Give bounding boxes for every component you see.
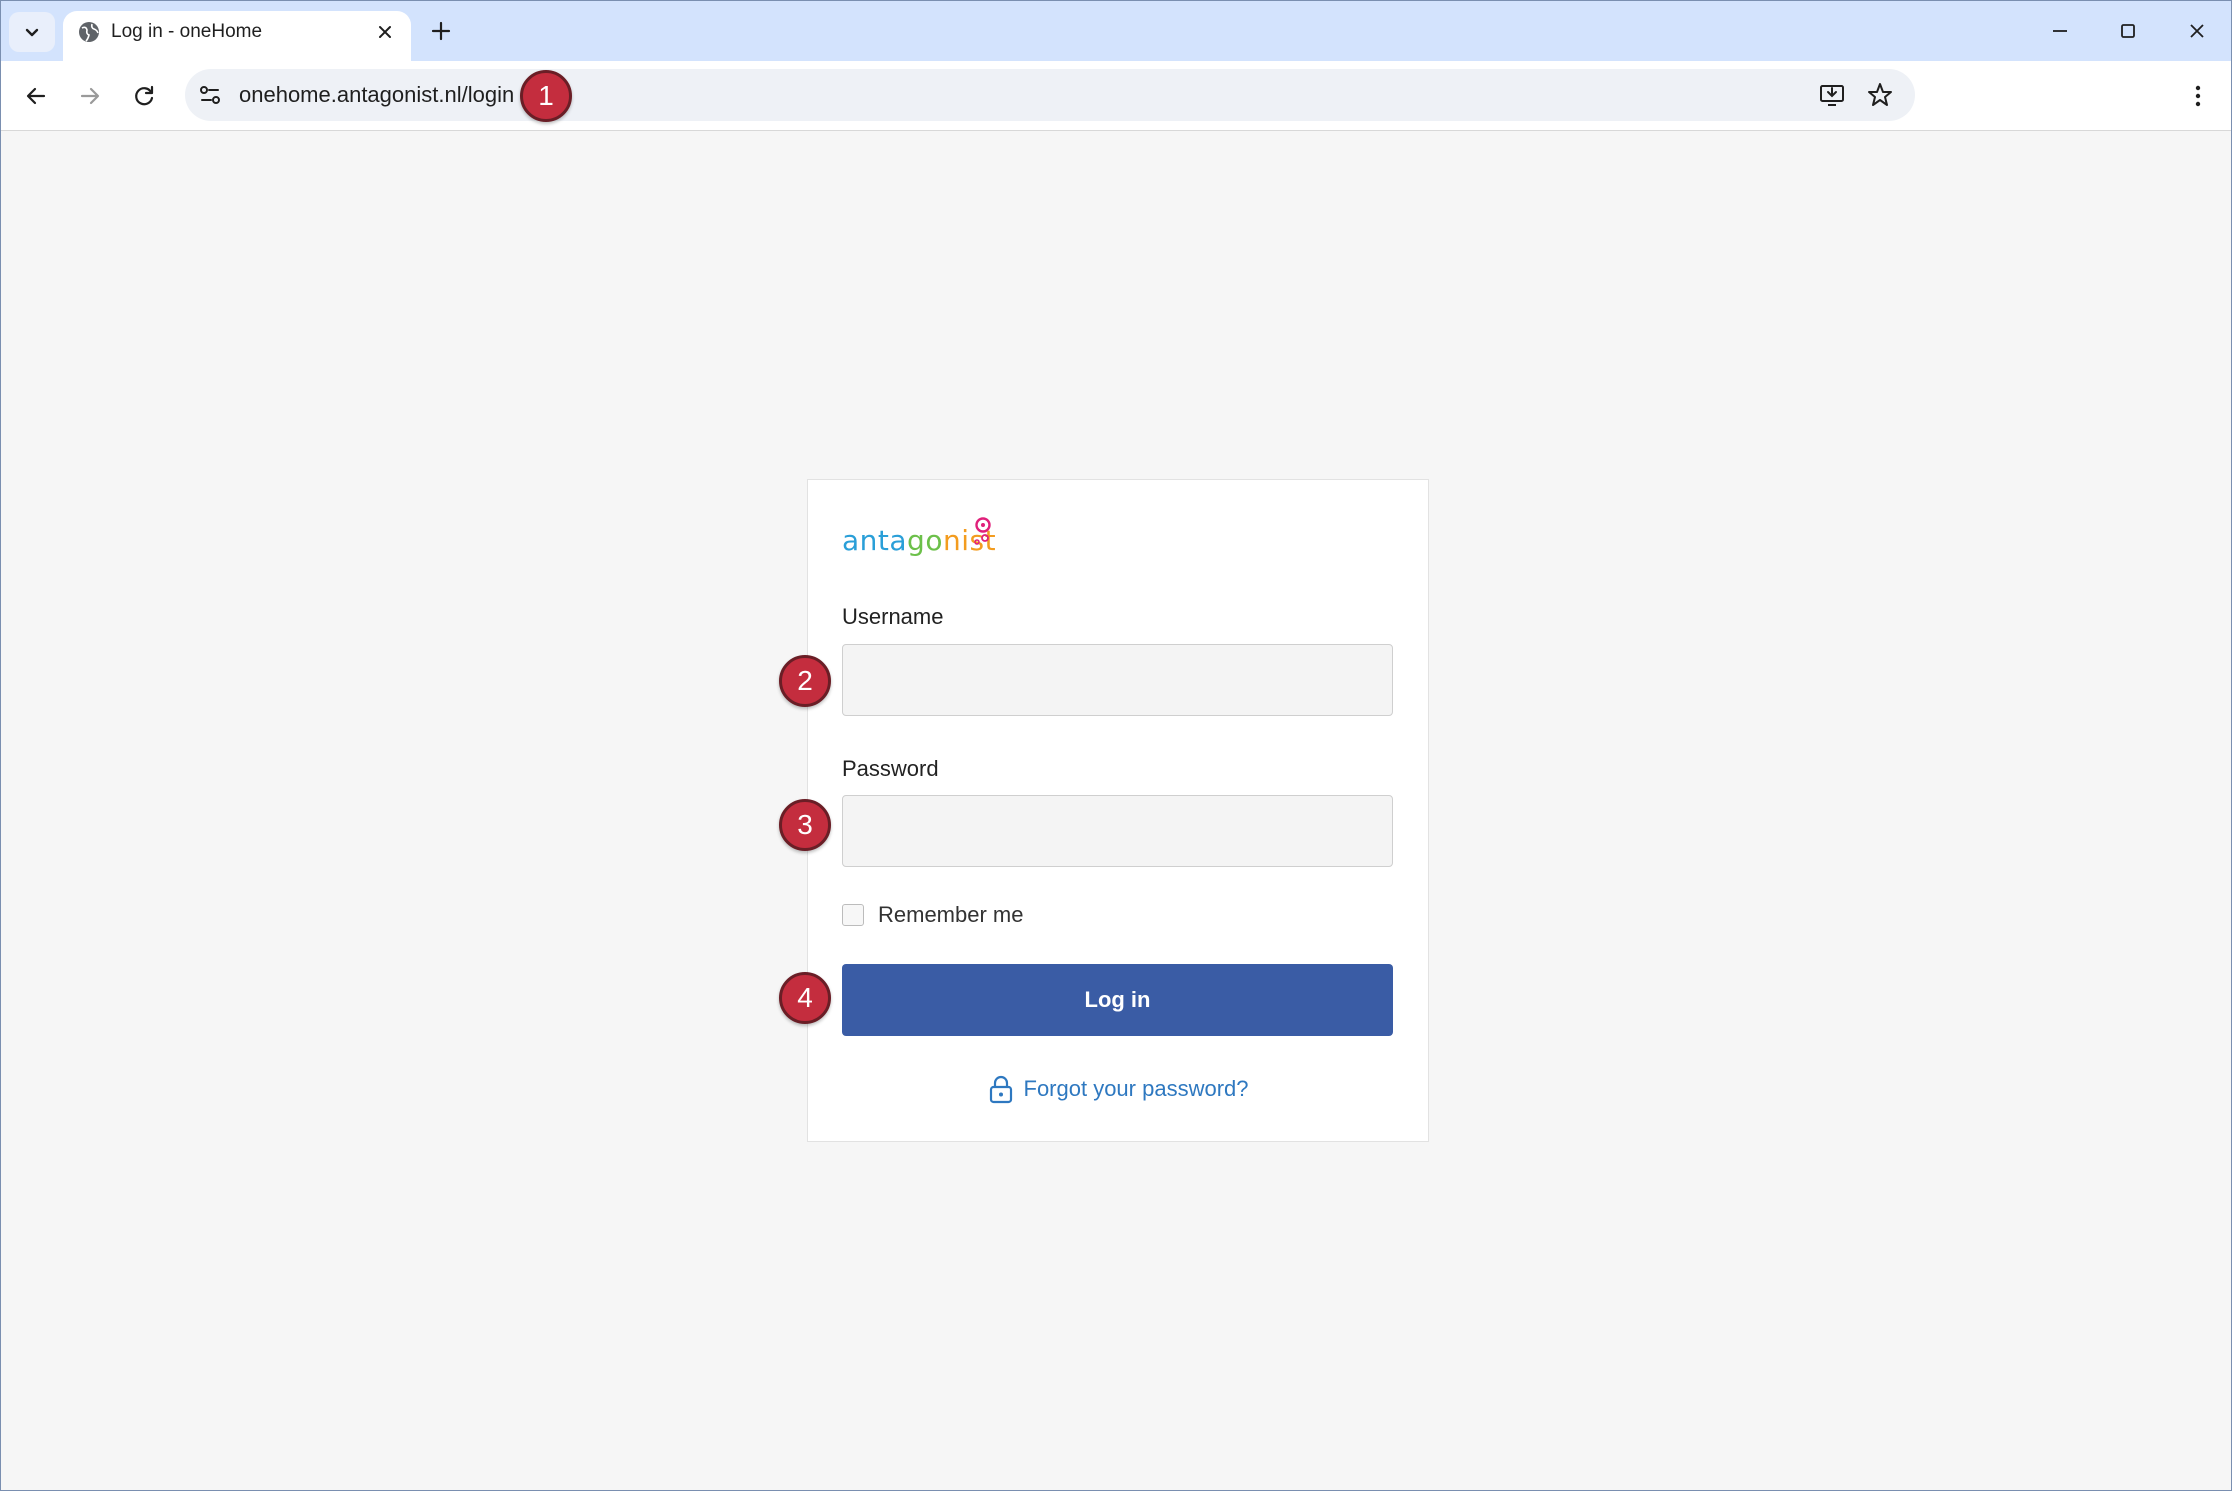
tab-search-button[interactable] xyxy=(9,12,55,52)
password-label: Password xyxy=(842,756,939,781)
star-icon[interactable] xyxy=(1865,80,1895,110)
close-icon[interactable] xyxy=(373,20,397,44)
minimize-icon[interactable] xyxy=(2046,17,2074,45)
password-input[interactable] xyxy=(842,795,1393,867)
globe-icon xyxy=(79,22,99,42)
username-input[interactable] xyxy=(842,644,1393,716)
forgot-password-link[interactable]: Forgot your password? xyxy=(808,1074,1428,1104)
remember-me-label[interactable]: Remember me xyxy=(878,902,1023,928)
login-card: antagonist Username Password Remember me… xyxy=(807,479,1429,1142)
tab-strip: Log in - oneHome xyxy=(1,1,2231,63)
logo-mark-icon xyxy=(974,517,991,545)
annotation-marker-3: 3 xyxy=(779,799,831,851)
username-label: Username xyxy=(842,604,944,629)
reload-icon[interactable] xyxy=(129,81,159,111)
chevron-down-icon xyxy=(25,28,39,37)
kebab-menu-icon[interactable] xyxy=(2183,81,2213,111)
forgot-password-text[interactable]: Forgot your password? xyxy=(1024,1076,1249,1102)
remember-me-row[interactable]: Remember me xyxy=(842,902,1023,928)
arrow-right-icon[interactable] xyxy=(75,81,105,111)
browser-tab-active[interactable]: Log in - oneHome xyxy=(63,11,411,63)
url-text[interactable]: onehome.antagonist.nl/login xyxy=(239,82,514,108)
plus-icon[interactable] xyxy=(427,17,455,45)
site-settings-icon[interactable] xyxy=(195,80,225,110)
install-app-icon[interactable] xyxy=(1817,80,1847,110)
browser-window: Log in - oneHome onehome.antagonist.nl/l… xyxy=(0,0,2232,1491)
browser-toolbar: onehome.antagonist.nl/login xyxy=(1,61,2231,131)
maximize-icon[interactable] xyxy=(2114,17,2142,45)
remember-me-checkbox[interactable] xyxy=(842,904,864,926)
annotation-marker-1: 1 xyxy=(520,70,572,122)
tab-title: Log in - oneHome xyxy=(111,21,263,42)
login-button[interactable]: Log in xyxy=(842,964,1393,1036)
annotation-marker-2: 2 xyxy=(779,655,831,707)
antagonist-logo: antagonist xyxy=(842,517,996,566)
close-icon[interactable] xyxy=(2183,17,2211,45)
address-bar[interactable]: onehome.antagonist.nl/login xyxy=(185,69,1915,121)
arrow-left-icon[interactable] xyxy=(21,81,51,111)
annotation-marker-4: 4 xyxy=(779,972,831,1024)
lock-icon xyxy=(989,1075,1012,1104)
